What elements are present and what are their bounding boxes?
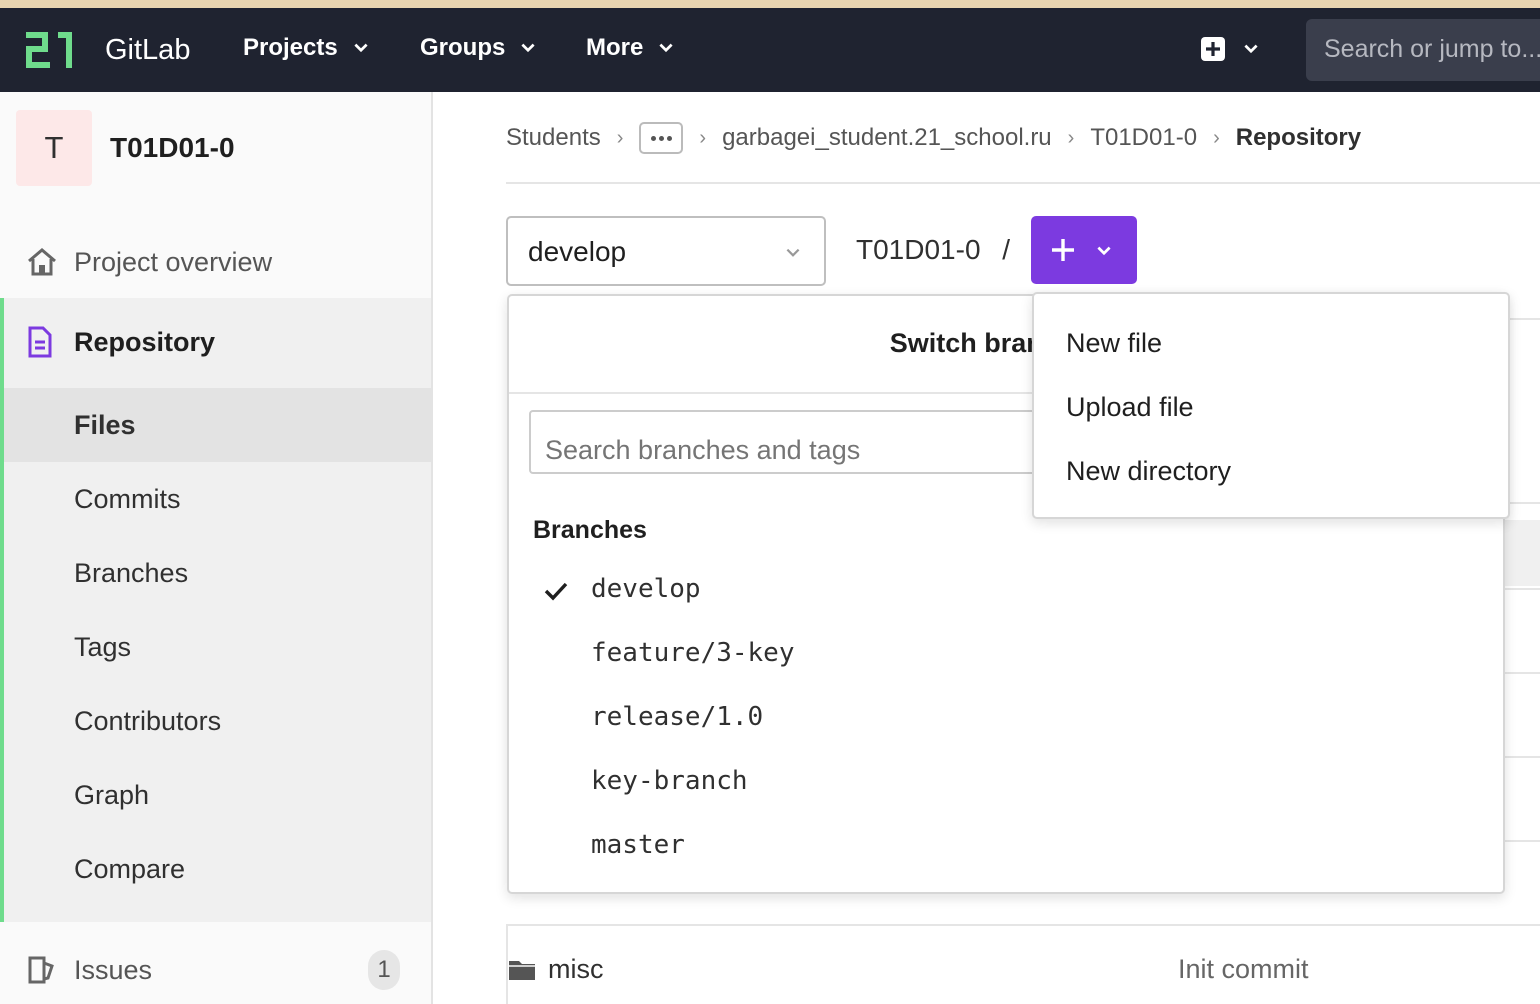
table-row-highlight (1504, 520, 1540, 586)
branch-item-master[interactable]: master (591, 830, 685, 860)
sidebar-subitem-label: Graph (74, 780, 150, 810)
global-search-input[interactable]: Search or jump to... (1306, 19, 1540, 81)
top-navbar: GitLab Projects Groups More Search or ju… (0, 8, 1540, 92)
repo-path-root[interactable]: T01D01-0 (856, 234, 981, 265)
sidebar-item-label: Issues (74, 954, 153, 985)
chevron-down-icon (1097, 246, 1111, 256)
sidebar-subitem-tags[interactable]: Tags (4, 610, 431, 684)
sidebar-subitem-compare[interactable]: Compare (4, 832, 431, 906)
file-name-label: misc (548, 954, 604, 984)
sidebar-subitem-label: Contributors (74, 706, 222, 736)
sidebar-subitem-commits[interactable]: Commits (4, 462, 431, 536)
breadcrumb-current[interactable]: Repository (1236, 124, 1361, 152)
folder-icon (509, 960, 535, 980)
nav-more-label: More (586, 34, 644, 61)
chevron-down-icon (1244, 44, 1258, 54)
check-icon (544, 582, 568, 601)
issues-count-badge: 1 (368, 950, 400, 990)
window-top-strip (0, 0, 1540, 8)
branch-item-develop[interactable]: develop (591, 574, 701, 604)
sidebar-subitem-graph[interactable]: Graph (4, 758, 431, 832)
branch-item-release[interactable]: release/1.0 (591, 702, 763, 732)
sidebar-subitem-label: Files (74, 410, 136, 440)
dropdown-section-header: Branches (533, 516, 647, 544)
logo-icon[interactable] (24, 26, 84, 76)
document-icon (28, 326, 52, 358)
chevron-right-icon: › (699, 126, 707, 149)
chevron-down-icon (354, 43, 368, 53)
issues-icon (28, 956, 54, 984)
chevron-down-icon (786, 248, 800, 257)
sidebar-subitem-contributors[interactable]: Contributors (4, 684, 431, 758)
chevron-right-icon: › (616, 126, 624, 149)
breadcrumb-project[interactable]: T01D01-0 (1090, 124, 1197, 152)
home-icon (28, 248, 56, 276)
menu-item-new-file[interactable]: New file (1066, 328, 1162, 359)
sidebar-subitem-files[interactable]: Files (4, 388, 431, 462)
plus-square-icon (1201, 37, 1225, 61)
nav-groups[interactable]: Groups (420, 34, 537, 62)
branch-item-key-branch[interactable]: key-branch (591, 766, 748, 796)
nav-groups-label: Groups (420, 34, 506, 61)
sidebar-subitem-label: Tags (74, 632, 132, 662)
last-commit-message[interactable]: Init commit (1178, 954, 1309, 985)
repository-section: Repository Files Commits Branches Tags C… (0, 298, 431, 922)
brand-name[interactable]: GitLab (105, 34, 190, 67)
repo-path: T01D01-0 / (856, 234, 1010, 266)
project-avatar[interactable]: T (16, 110, 92, 186)
breadcrumb: Students › › garbagei_student.21_school.… (506, 122, 1361, 154)
sidebar-item-label: Repository (74, 326, 216, 357)
chevron-right-icon: › (1213, 126, 1220, 149)
add-to-tree-menu: New file Upload file New directory (1032, 292, 1510, 519)
sidebar-item-overview[interactable]: Project overview (0, 232, 431, 292)
chevron-down-icon (659, 43, 673, 53)
nav-projects-label: Projects (243, 34, 338, 61)
table-border (1504, 672, 1540, 674)
sidebar-subitem-label: Branches (74, 558, 189, 588)
table-row[interactable] (506, 924, 1540, 1004)
branch-select-value: develop (528, 236, 627, 267)
sidebar-subitem-branches[interactable]: Branches (4, 536, 431, 610)
divider (506, 182, 1540, 184)
branch-item-feature[interactable]: feature/3-key (591, 638, 795, 668)
nav-projects[interactable]: Projects (243, 34, 370, 62)
menu-item-upload-file[interactable]: Upload file (1066, 392, 1194, 423)
file-name-misc[interactable]: misc (508, 954, 604, 985)
project-name[interactable]: T01D01-0 (110, 132, 235, 164)
chevron-down-icon (521, 43, 535, 53)
table-border (1504, 756, 1540, 758)
repo-path-separator: / (1002, 234, 1011, 265)
sidebar-subitem-label: Compare (74, 854, 186, 884)
breadcrumb-students[interactable]: Students (506, 124, 601, 152)
plus-icon (1052, 239, 1074, 261)
branch-select-dropdown[interactable]: develop (506, 216, 826, 286)
table-border (1504, 840, 1540, 842)
sidebar-item-repository[interactable]: Repository (0, 312, 431, 372)
nav-more[interactable]: More (586, 34, 675, 62)
create-new-menu[interactable] (1200, 36, 1260, 62)
sidebar-item-issues[interactable]: Issues 1 (0, 940, 431, 1000)
sidebar-item-label: Project overview (74, 246, 273, 277)
chevron-right-icon: › (1067, 126, 1075, 149)
menu-item-new-directory[interactable]: New directory (1066, 456, 1231, 487)
table-border (1504, 588, 1540, 590)
project-sidebar: T T01D01-0 Project overview Repository F… (0, 92, 433, 1004)
breadcrumb-user[interactable]: garbagei_student.21_school.ru (722, 124, 1052, 152)
sidebar-subitem-label: Commits (74, 484, 181, 514)
breadcrumb-ellipsis-button[interactable] (639, 122, 684, 154)
add-to-tree-button[interactable] (1031, 216, 1137, 284)
